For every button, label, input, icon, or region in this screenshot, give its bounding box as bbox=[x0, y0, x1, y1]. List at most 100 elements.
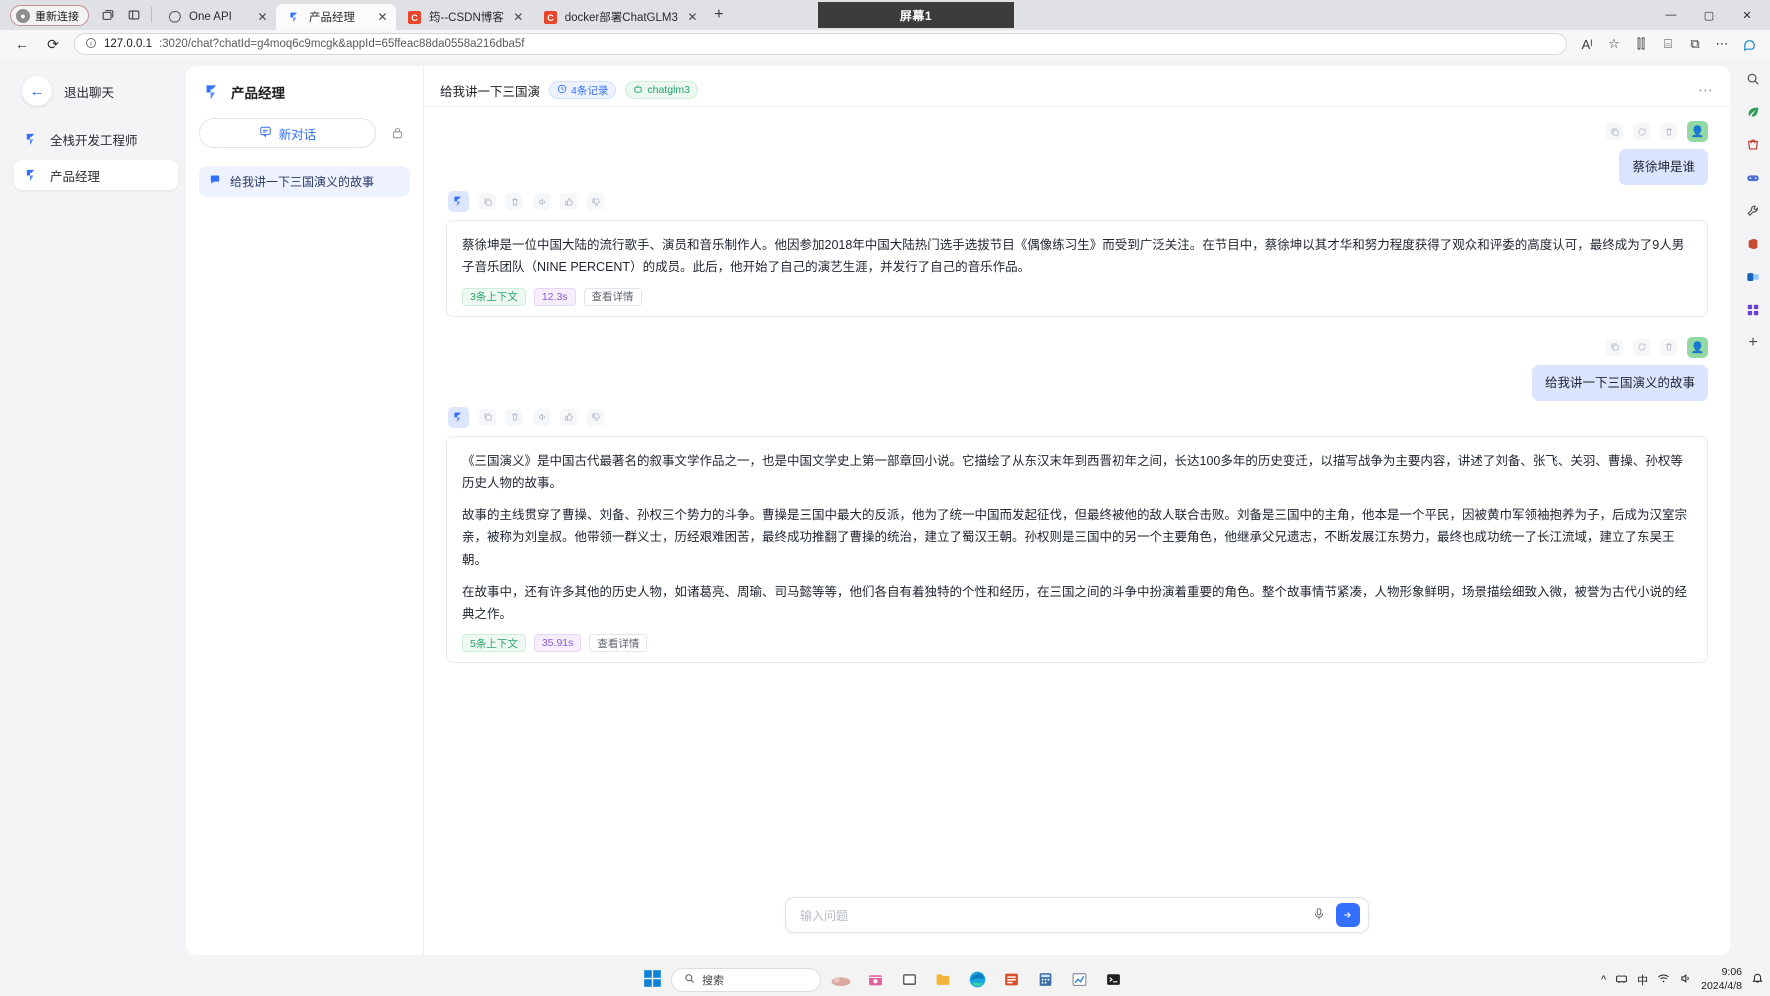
copilot-icon[interactable] bbox=[1736, 32, 1762, 56]
copy-icon[interactable] bbox=[479, 408, 496, 426]
view-detail-button[interactable]: 查看详情 bbox=[589, 634, 648, 653]
reload-button[interactable]: ⟳ bbox=[39, 32, 67, 56]
browser-tab-one-api[interactable]: One API ✕ bbox=[156, 4, 276, 30]
network-icon[interactable] bbox=[1615, 972, 1628, 988]
new-chat-button[interactable]: 新对话 bbox=[199, 118, 376, 148]
explorer-icon[interactable] bbox=[895, 967, 923, 993]
info-icon[interactable] bbox=[85, 37, 97, 52]
weather-icon[interactable] bbox=[827, 967, 855, 993]
model-icon bbox=[633, 84, 643, 97]
extensions-icon[interactable]: ⧉ bbox=[1682, 32, 1708, 56]
folder-icon[interactable] bbox=[929, 967, 957, 993]
add-icon[interactable]: + bbox=[1742, 332, 1764, 354]
avatar: 👤 bbox=[1687, 336, 1708, 358]
office-icon[interactable] bbox=[1742, 233, 1764, 255]
close-window-button[interactable]: ✕ bbox=[1728, 0, 1766, 30]
screen-selector-overlay[interactable]: 屏幕1 bbox=[818, 2, 1014, 28]
sidebar-item-product-manager[interactable]: 产品经理 bbox=[14, 160, 178, 190]
exit-chat-button[interactable]: ← 退出聊天 bbox=[14, 70, 178, 124]
chat-bubble-icon bbox=[209, 174, 221, 189]
split-screen-icon[interactable] bbox=[121, 4, 147, 26]
send-icon[interactable] bbox=[1336, 903, 1360, 927]
assistant-bubble: 《三国演义》是中国古代最著名的叙事文学作品之一，也是中国文学史上第一部章回小说。… bbox=[446, 435, 1708, 664]
message-text: 蔡徐坤是谁 bbox=[1619, 149, 1708, 185]
store-icon[interactable] bbox=[861, 967, 889, 993]
back-button[interactable]: ← bbox=[8, 32, 36, 56]
thumbs-down-icon[interactable] bbox=[587, 193, 604, 210]
chat-input[interactable]: 输入问题 bbox=[800, 907, 1302, 924]
arrow-left-icon[interactable]: ← bbox=[22, 76, 52, 106]
new-tab-button[interactable]: + bbox=[706, 4, 732, 26]
copy-icon[interactable] bbox=[1606, 338, 1623, 356]
conversation-app-title: 产品经理 bbox=[231, 86, 285, 101]
copy-icon[interactable] bbox=[1606, 123, 1623, 140]
edge-icon[interactable] bbox=[963, 967, 991, 993]
notification-icon[interactable] bbox=[1751, 972, 1764, 988]
list-item[interactable]: 给我讲一下三国演义的故事 bbox=[199, 166, 410, 197]
terminal-icon[interactable] bbox=[1099, 967, 1127, 993]
view-detail-button[interactable]: 查看详情 bbox=[583, 287, 642, 306]
records-label: 4条记录 bbox=[571, 84, 609, 97]
history-icon[interactable] bbox=[384, 120, 410, 146]
games-icon[interactable] bbox=[1742, 167, 1764, 189]
retry-icon[interactable] bbox=[1633, 338, 1650, 356]
context-badge[interactable]: 3条上下文 bbox=[462, 287, 526, 306]
close-icon[interactable]: ✕ bbox=[685, 10, 700, 25]
leaf-icon[interactable] bbox=[1742, 101, 1764, 123]
shopping-icon[interactable] bbox=[1742, 134, 1764, 156]
search-icon[interactable] bbox=[1742, 68, 1764, 90]
address-bar[interactable]: 127.0.0.1:3020/chat?chatId=g4moq6c9mcgk&… bbox=[74, 33, 1567, 55]
close-icon[interactable]: ✕ bbox=[255, 10, 270, 25]
app-icon[interactable] bbox=[1742, 299, 1764, 321]
read-aloud-icon[interactable]: Aᴵ bbox=[1574, 32, 1600, 56]
minimize-button[interactable]: — bbox=[1652, 0, 1690, 30]
browser-tab-docker-chatglm3[interactable]: C docker部署ChatGLM3 ✕ bbox=[532, 4, 706, 30]
volume-icon[interactable] bbox=[1679, 972, 1692, 988]
tab-title: 产品经理 bbox=[309, 12, 355, 24]
calc-icon[interactable] bbox=[1031, 967, 1059, 993]
chevron-up-icon[interactable]: ^ bbox=[1601, 974, 1606, 986]
browser-tab-csdn-blog[interactable]: C 筠--CSDN博客 ✕ bbox=[396, 4, 532, 30]
delete-icon[interactable] bbox=[506, 408, 523, 426]
delete-icon[interactable] bbox=[506, 193, 523, 210]
delete-icon[interactable] bbox=[1660, 338, 1677, 356]
taskbar-clock[interactable]: 9:06 2024/4/8 bbox=[1701, 966, 1742, 992]
more-options-icon[interactable]: ⋯ bbox=[1709, 32, 1735, 56]
office-icon[interactable] bbox=[997, 967, 1025, 993]
profile-reconnect-button[interactable]: ● 重新连接 bbox=[10, 5, 89, 26]
message-composer[interactable]: 输入问题 bbox=[785, 897, 1369, 933]
tools-icon[interactable] bbox=[1742, 200, 1764, 222]
avatar: 👤 bbox=[1687, 121, 1708, 142]
split-screen-icon[interactable]: ⫿⫿ bbox=[1628, 32, 1654, 56]
workspaces-icon[interactable] bbox=[95, 4, 121, 26]
page-title: 给我讲一下三国演 bbox=[440, 84, 541, 99]
outlook-icon[interactable] bbox=[1742, 266, 1764, 288]
chart-icon[interactable] bbox=[1065, 967, 1093, 993]
speak-icon[interactable] bbox=[533, 408, 550, 426]
maximize-button[interactable]: ▢ bbox=[1690, 0, 1728, 30]
chat-more-options-icon[interactable]: ⋯ bbox=[1698, 81, 1714, 99]
exit-chat-label: 退出聊天 bbox=[64, 85, 115, 100]
collections-icon[interactable]: ⌸ bbox=[1655, 32, 1681, 56]
retry-icon[interactable] bbox=[1633, 123, 1650, 140]
windows-icon[interactable] bbox=[643, 969, 665, 991]
close-icon[interactable]: ✕ bbox=[511, 10, 526, 25]
delete-icon[interactable] bbox=[1660, 123, 1677, 140]
sidebar-item-fullstack-engineer[interactable]: 全栈开发工程师 bbox=[14, 124, 178, 154]
close-icon[interactable]: ✕ bbox=[375, 10, 390, 25]
favorite-icon[interactable]: ☆ bbox=[1601, 32, 1627, 56]
thumbs-up-icon[interactable] bbox=[560, 193, 577, 210]
thumbs-up-icon[interactable] bbox=[560, 408, 577, 426]
copy-icon[interactable] bbox=[479, 193, 496, 210]
edge-sidebar-rail: + bbox=[1736, 58, 1770, 963]
wifi-icon[interactable] bbox=[1657, 972, 1670, 988]
openai-icon bbox=[167, 10, 182, 25]
speak-icon[interactable] bbox=[533, 193, 550, 210]
browser-tab-product-manager[interactable]: 产品经理 ✕ bbox=[276, 4, 396, 30]
context-badge[interactable]: 5条上下文 bbox=[462, 634, 526, 653]
ime-indicator[interactable]: 中 bbox=[1637, 972, 1648, 988]
new-chat-row: 新对话 bbox=[199, 118, 410, 148]
microphone-icon[interactable] bbox=[1312, 907, 1326, 924]
taskbar-search-box[interactable]: 搜索 bbox=[671, 967, 821, 992]
thumbs-down-icon[interactable] bbox=[587, 408, 604, 426]
